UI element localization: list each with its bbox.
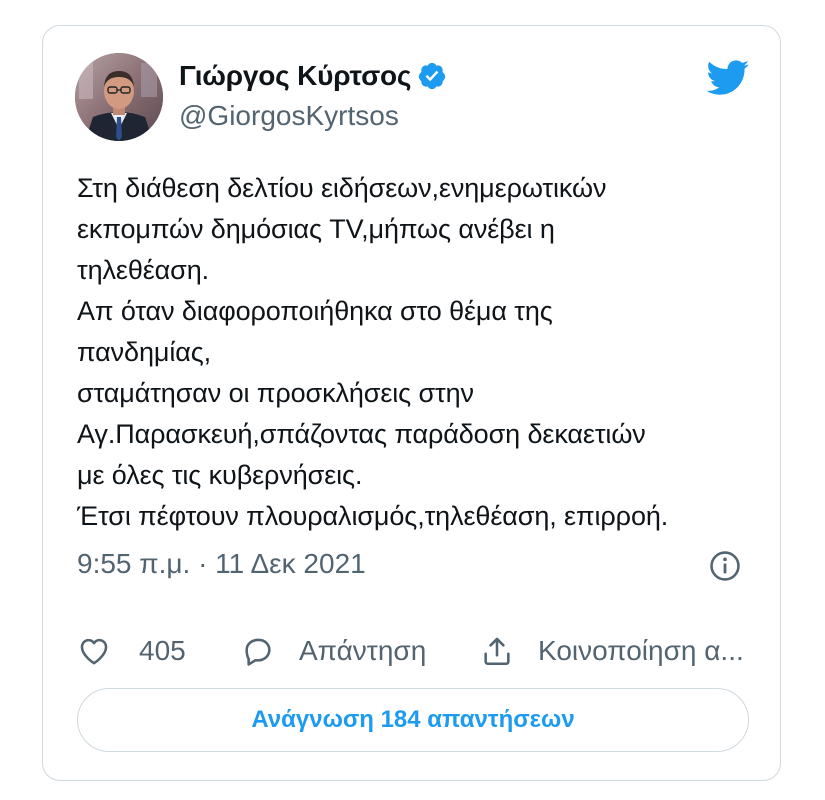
- share-upload-icon: [484, 637, 510, 666]
- share-label: Κοινοποίηση α...: [538, 635, 744, 666]
- reply-button[interactable]: Απάντηση: [241, 628, 426, 674]
- like-count: 405: [139, 635, 186, 666]
- reply-label: Απάντηση: [299, 635, 427, 666]
- verified-badge-icon: [419, 62, 446, 90]
- author-display-name[interactable]: Γιώργος Κύρτσος: [179, 60, 411, 92]
- avatar[interactable]: [75, 53, 163, 141]
- avatar-photo: [75, 53, 163, 141]
- tweet-timestamp[interactable]: 9:55 π.μ. · 11 Δεκ 2021: [77, 548, 366, 580]
- tweet-text: Στη διάθεση δελτίου ειδήσεων,ενημερωτικώ…: [77, 173, 669, 531]
- like-button[interactable]: 405: [77, 628, 186, 674]
- twitter-bird-icon[interactable]: [706, 60, 750, 96]
- share-button[interactable]: Κοινοποίηση α...: [480, 628, 744, 674]
- read-replies-button[interactable]: Ανάγνωση 184 απαντήσεων: [77, 688, 749, 752]
- heart-icon: [80, 638, 108, 665]
- tweet-card: Γιώργος Κύρτσος @GiorgosKyrtsos Στη διάθ…: [42, 25, 781, 781]
- tweet-actions: 405 Απάντηση Κοινοποίηση α...: [77, 628, 767, 674]
- speech-bubble-icon: [245, 638, 271, 666]
- author-name-row: Γιώργος Κύρτσος: [179, 56, 447, 96]
- info-icon[interactable]: [708, 549, 742, 583]
- author-handle[interactable]: @GiorgosKyrtsos: [179, 100, 399, 132]
